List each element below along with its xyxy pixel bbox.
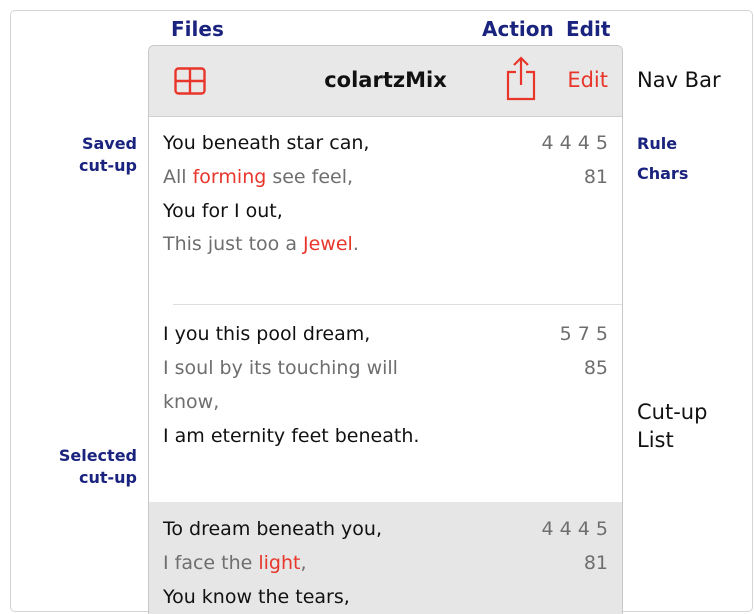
cutup-line: I face the light, (163, 552, 307, 574)
list-item-selected[interactable]: To dream beneath you, I face the light, … (149, 502, 622, 614)
chars-value: 85 (583, 357, 608, 379)
edit-button[interactable]: Edit (567, 68, 608, 92)
cutup-line: I soul by its touching will (163, 357, 398, 379)
annotation-action: Action (482, 17, 554, 41)
rule-value: 4 4 4 5 (541, 518, 608, 540)
cutup-line: This just too a Jewel. (163, 233, 359, 255)
annotation-saved-line2: cut-up (78, 156, 137, 175)
rule-value: 4 4 4 5 (541, 132, 608, 154)
annotation-cutup-list-line2: List (637, 428, 674, 452)
annotation-selected-line2: cut-up (78, 468, 137, 487)
rule-value: 5 7 5 (559, 323, 608, 345)
app-screen: colartzMix Edit You beneath star can, Al… (148, 45, 623, 614)
cutup-line: You beneath star can, (163, 132, 370, 154)
annotation-selected-line1: Selected (58, 446, 137, 465)
nav-title: colartzMix (324, 68, 447, 92)
nav-bar: colartzMix Edit (149, 46, 622, 117)
chars-value: 81 (583, 552, 608, 574)
cutup-line: You for I out, (163, 200, 283, 222)
cutup-line: I you this pool dream, (163, 323, 371, 345)
cutup-line: know, (163, 391, 220, 413)
share-icon[interactable] (504, 56, 538, 102)
annotation-cutup-list-line1: Cut-up (637, 400, 708, 424)
cutup-line: To dream beneath you, (163, 518, 382, 540)
annotation-saved-line1: Saved (81, 134, 137, 153)
annotation-nav-bar: Nav Bar (637, 68, 721, 92)
annotation-files: Files (171, 17, 224, 41)
cutup-line: You know the tears, (163, 586, 350, 608)
annotation-selected-cutup: Selected cut-up (40, 445, 137, 489)
cutup-line: All forming see feel, (163, 166, 354, 188)
annotation-saved-cutup: Saved cut-up (60, 133, 137, 177)
annotation-chars: Chars (637, 164, 689, 183)
annotation-cutup-list: Cut-up List (637, 398, 707, 454)
list-item[interactable]: You beneath star can, All forming see fe… (149, 117, 622, 301)
chars-value: 81 (583, 166, 608, 188)
cutup-line: I am eternity feet beneath. (163, 425, 420, 447)
list-item[interactable]: I you this pool dream, I soul by its tou… (149, 305, 622, 501)
annotation-rule: Rule (637, 134, 678, 153)
annotation-edit: Edit (566, 17, 611, 41)
